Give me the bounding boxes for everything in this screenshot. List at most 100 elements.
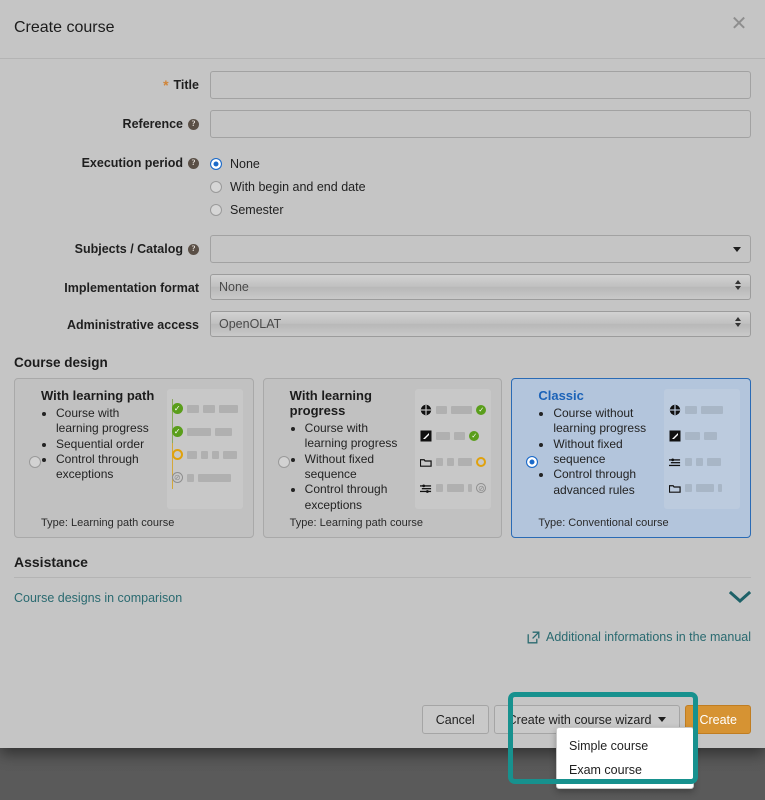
assistance-heading: Assistance [14, 554, 751, 577]
card-heading: With learning progress [290, 389, 412, 419]
course-design-card-learning-progress[interactable]: With learning progress Course with learn… [263, 378, 503, 538]
structure-node-icon [420, 482, 432, 494]
radio-icon [278, 456, 290, 468]
tree-node-icon [669, 404, 681, 416]
card-heading: With learning path [41, 389, 163, 404]
administrative-access-value: OpenOLAT [219, 317, 281, 331]
card-bullets: Course with learning progress Sequential… [41, 406, 163, 483]
field-row-subjects-catalog: Subjects / Catalog ? [14, 235, 751, 263]
radio-label: With begin and end date [230, 180, 366, 194]
help-icon[interactable]: ? [188, 119, 199, 130]
card-preview-icons-plain [664, 389, 740, 509]
radio-label: Semester [230, 203, 284, 217]
tree-node-icon [420, 404, 432, 416]
radio-option-semester[interactable]: Semester [210, 198, 751, 221]
card-type-label: Type: Learning path course [41, 517, 174, 529]
list-item: Control through advanced rules [553, 467, 660, 498]
card-bullets: Course with learning progress Without fi… [290, 421, 412, 513]
label-implementation-format-text: Implementation format [64, 281, 199, 295]
cancel-button[interactable]: Cancel [422, 705, 489, 734]
label-title: * Title [14, 71, 210, 92]
label-administrative-access: Administrative access [14, 311, 210, 332]
chevron-down-icon[interactable] [729, 588, 751, 608]
course-designs-comparison-row[interactable]: Course designs in comparison [14, 578, 751, 612]
course-design-card-list: With learning path Course with learning … [0, 378, 765, 538]
label-execution-period-text: Execution period [82, 156, 183, 170]
menu-item-exam-course[interactable]: Exam course [557, 758, 693, 782]
label-title-text: Title [174, 78, 199, 92]
list-item: Sequential order [56, 437, 163, 452]
help-icon[interactable]: ? [188, 158, 199, 169]
status-done-icon: ✓ [476, 405, 486, 415]
title-input[interactable] [210, 71, 751, 99]
status-in-progress-icon [476, 457, 486, 467]
radio-icon [29, 456, 41, 468]
spinner-arrows-icon [735, 280, 741, 290]
close-icon[interactable]: ✕ [723, 8, 755, 40]
implementation-format-select[interactable]: None [210, 274, 751, 300]
wizard-button-label: Create with course wizard [508, 713, 652, 727]
course-design-card-learning-path[interactable]: With learning path Course with learning … [14, 378, 254, 538]
folder-node-icon [420, 456, 432, 468]
radio-label: None [230, 157, 260, 171]
radio-option-none[interactable]: None [210, 152, 751, 175]
list-item: Course without learning progress [553, 406, 660, 437]
required-marker: * [163, 78, 168, 92]
list-item: Course with learning progress [56, 406, 163, 437]
radio-icon [210, 158, 222, 170]
course-designs-comparison-link[interactable]: Course designs in comparison [14, 591, 182, 605]
reference-input[interactable] [210, 110, 751, 138]
preview-row [172, 443, 238, 466]
radio-icon [210, 204, 222, 216]
card-type-label: Type: Learning path course [290, 517, 423, 529]
list-item: Course with learning progress [305, 421, 412, 452]
status-in-progress-icon [172, 449, 183, 460]
field-row-administrative-access: Administrative access OpenOLAT [14, 311, 751, 337]
edit-node-icon [669, 430, 681, 442]
folder-node-icon [669, 482, 681, 494]
course-form: * Title Reference ? Execution period ? [0, 59, 765, 337]
course-wizard-dropdown-menu: Simple course Exam course [556, 727, 694, 789]
preview-row: ✓ [420, 423, 486, 449]
card-type-label: Type: Conventional course [538, 517, 668, 529]
label-reference-text: Reference [123, 117, 183, 131]
field-row-execution-period: Execution period ? None With begin and e… [14, 149, 751, 221]
assistance-section: Assistance Course designs in comparison [0, 554, 765, 612]
list-item: Control through exceptions [56, 452, 163, 483]
administrative-access-select[interactable]: OpenOLAT [210, 311, 751, 337]
label-reference: Reference ? [14, 110, 210, 131]
status-done-icon: ✓ [172, 426, 183, 437]
execution-period-radio-group: None With begin and end date Semester [210, 149, 751, 221]
card-heading: Classic [538, 389, 660, 404]
preview-row [669, 449, 735, 475]
caret-down-icon [658, 717, 666, 722]
label-implementation-format: Implementation format [14, 274, 210, 295]
menu-item-simple-course[interactable]: Simple course [557, 734, 693, 758]
help-icon[interactable]: ? [188, 244, 199, 255]
subjects-catalog-dropdown[interactable] [210, 235, 751, 263]
field-row-reference: Reference ? [14, 110, 751, 138]
manual-link-row[interactable]: Additional informations in the manual [0, 612, 765, 644]
structure-node-icon [669, 456, 681, 468]
status-done-icon: ✓ [172, 403, 183, 414]
status-blocked-icon: ⊘ [476, 483, 486, 493]
card-preview-timeline: ✓ ✓ ⊘ [167, 389, 243, 509]
course-design-card-classic[interactable]: Classic Course without learning progress… [511, 378, 751, 538]
external-link-icon [527, 631, 540, 644]
label-subjects-catalog: Subjects / Catalog ? [14, 235, 210, 256]
spinner-arrows-icon [735, 317, 741, 327]
edit-node-icon [420, 430, 432, 442]
card-bullets: Course without learning progress Without… [538, 406, 660, 498]
label-execution-period: Execution period ? [14, 149, 210, 170]
manual-link[interactable]: Additional informations in the manual [546, 630, 751, 644]
implementation-format-value: None [219, 280, 249, 294]
chevron-down-icon [733, 247, 741, 252]
preview-row [669, 475, 735, 501]
preview-row: ✓ [172, 397, 238, 420]
list-item: Control through exceptions [305, 482, 412, 513]
create-button[interactable]: Create [685, 705, 751, 734]
field-row-title: * Title [14, 71, 751, 99]
label-administrative-access-text: Administrative access [67, 318, 199, 332]
radio-option-begin-end-date[interactable]: With begin and end date [210, 175, 751, 198]
preview-row [669, 397, 735, 423]
